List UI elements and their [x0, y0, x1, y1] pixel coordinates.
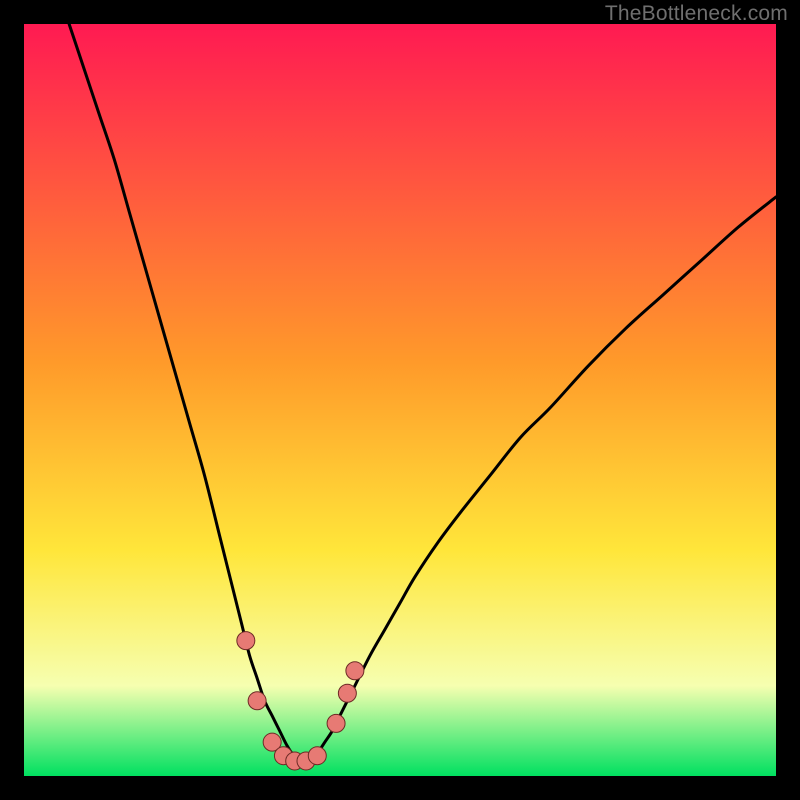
data-marker	[308, 747, 326, 765]
data-marker	[346, 662, 364, 680]
data-marker	[248, 692, 266, 710]
chart-frame	[24, 24, 776, 776]
bottleneck-chart	[24, 24, 776, 776]
data-marker	[237, 632, 255, 650]
data-marker	[338, 684, 356, 702]
data-marker	[327, 714, 345, 732]
gradient-background	[24, 24, 776, 776]
watermark-text: TheBottleneck.com	[605, 2, 788, 26]
